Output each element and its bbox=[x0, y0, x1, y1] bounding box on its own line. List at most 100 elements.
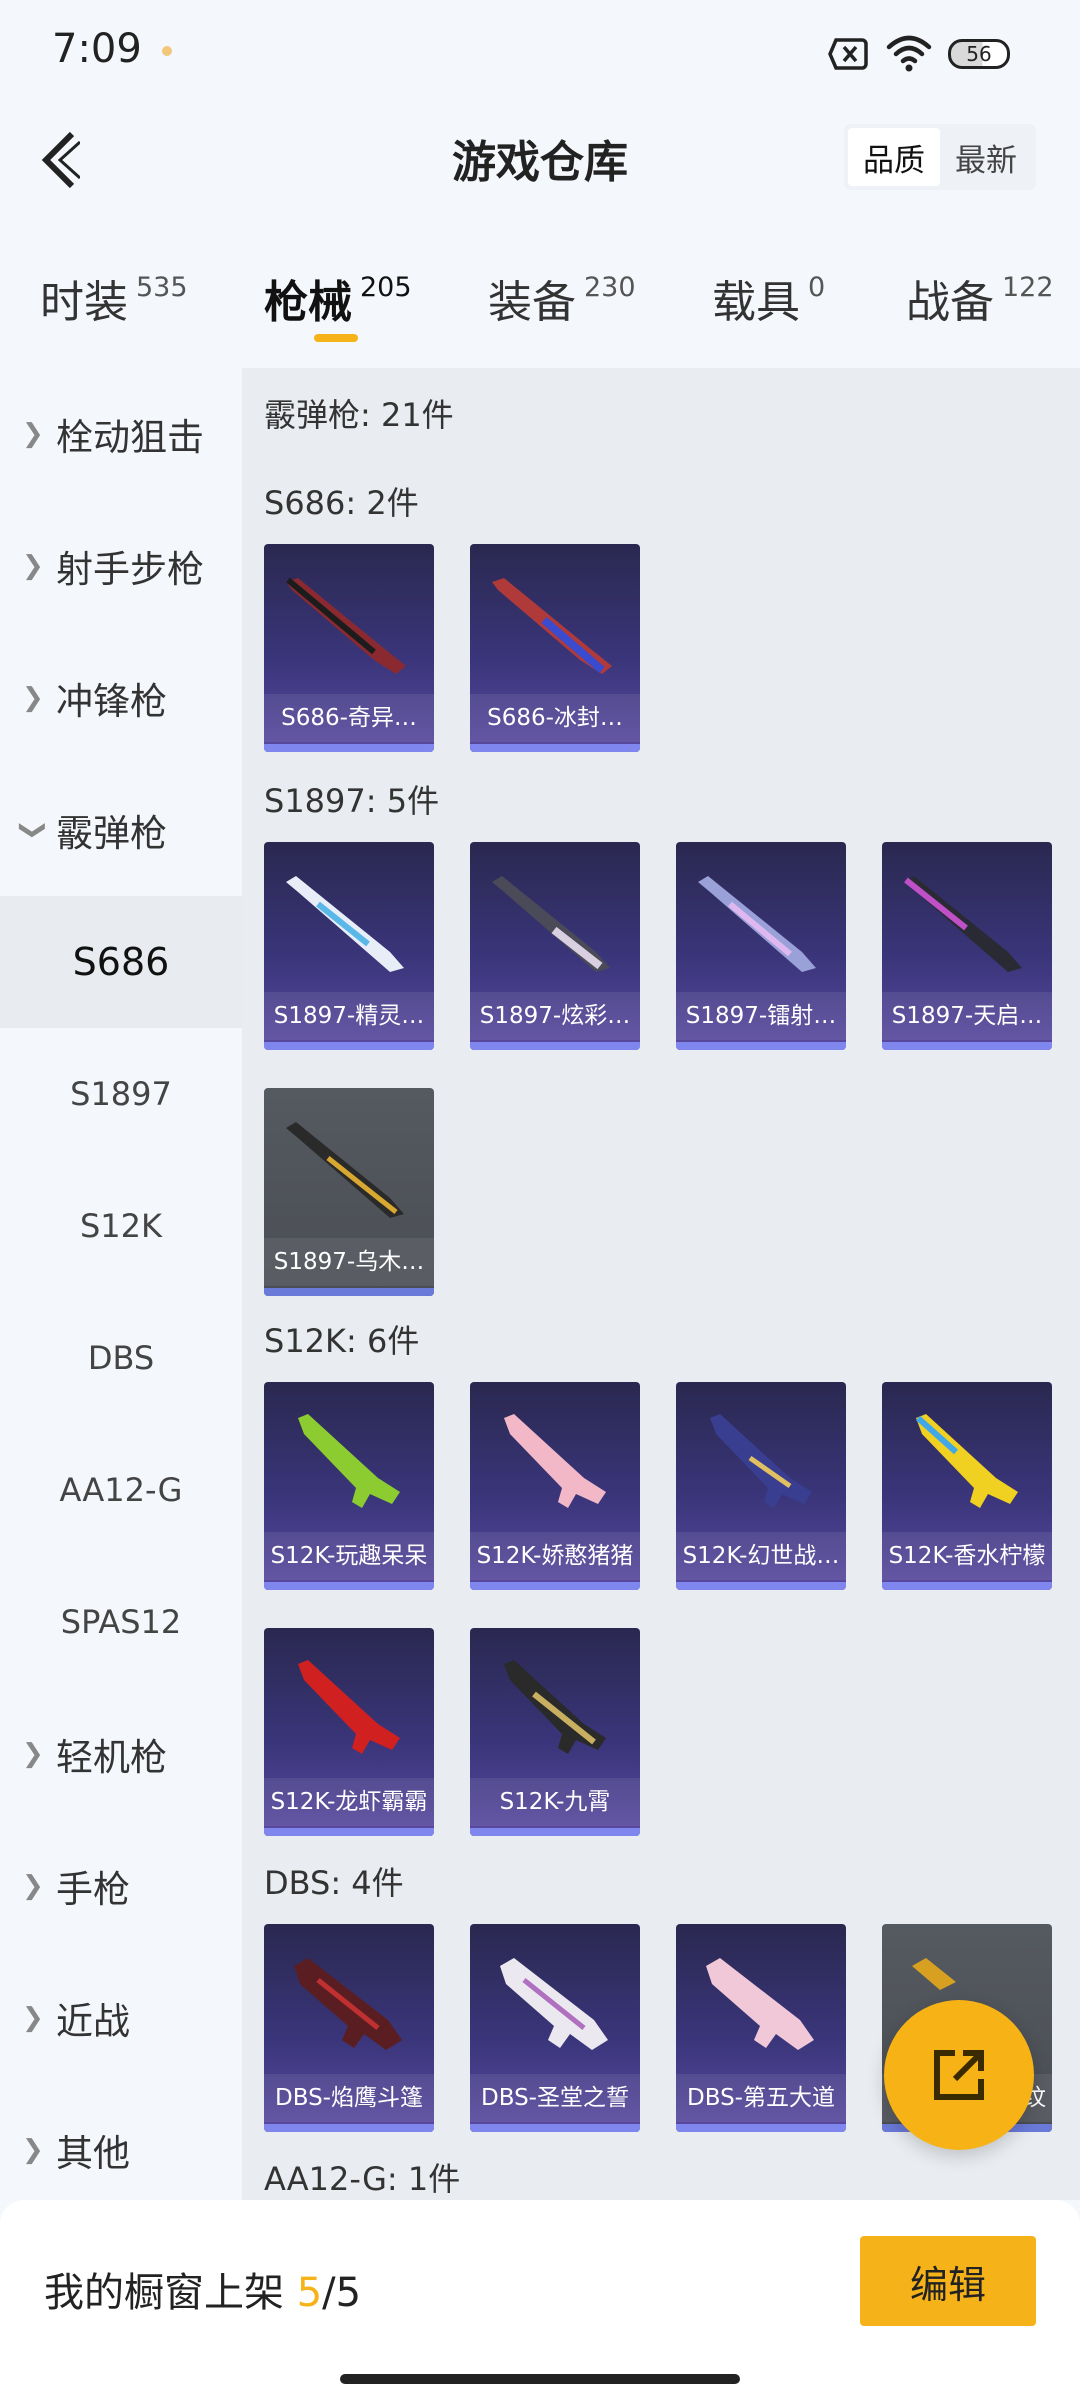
sidebar-item-label: 霰弹枪 bbox=[56, 812, 167, 855]
sidebar-item-melee[interactable]: ❯ 近战 bbox=[0, 1952, 242, 2084]
rifle-icon bbox=[298, 1660, 400, 1754]
tab-label: 装备 bbox=[488, 277, 576, 328]
sort-quality-button[interactable]: 品质 bbox=[848, 128, 940, 186]
rifle-icon bbox=[710, 1414, 812, 1508]
shotgun-icon bbox=[492, 876, 610, 972]
skin-card[interactable]: S12K-龙虾霸霸 bbox=[264, 1628, 434, 1836]
shotgun-icon bbox=[286, 577, 406, 674]
skin-card-label: S12K-玩趣呆呆 bbox=[264, 1532, 434, 1580]
tab-count: 205 bbox=[360, 272, 412, 303]
chevron-right-icon: ❯ bbox=[22, 551, 44, 581]
skin-card[interactable]: S12K-香水柠檬 bbox=[882, 1382, 1052, 1590]
skin-card[interactable]: DBS-第五大道 bbox=[676, 1924, 846, 2132]
rarity-bar bbox=[264, 744, 434, 752]
sidebar-subitem-s12k[interactable]: S12K bbox=[0, 1160, 242, 1292]
sidebar-item-lmg[interactable]: ❯ 轻机枪 bbox=[0, 1688, 242, 1820]
tab-count: 122 bbox=[1002, 272, 1054, 303]
chevron-down-icon: ❯ bbox=[17, 819, 48, 841]
skin-card[interactable]: S686-冰封… bbox=[470, 544, 640, 752]
rarity-bar bbox=[264, 1828, 434, 1836]
sidebar-item-label: 冲锋枪 bbox=[56, 680, 167, 723]
shotgun-icon bbox=[904, 876, 1022, 972]
skin-card-label: S12K-娇憨猪猪 bbox=[470, 1532, 640, 1580]
section-title-dbs: DBS: 4件 bbox=[264, 1864, 404, 1902]
rarity-bar bbox=[470, 1828, 640, 1836]
category-tabs: 时装 535 枪械 205 装备 230 载具 0 战备 122 bbox=[0, 250, 1080, 360]
sidebar-item-bolt-sniper[interactable]: ❯ 栓动狙击 bbox=[0, 368, 242, 500]
sidebar-subitem-aa12g[interactable]: AA12-G bbox=[0, 1424, 242, 1556]
sidebar-item-pistol[interactable]: ❯ 手枪 bbox=[0, 1820, 242, 1952]
skin-card-label: DBS-焰鹰斗篷 bbox=[264, 2074, 434, 2122]
rarity-bar bbox=[264, 1042, 434, 1050]
rarity-bar bbox=[882, 1582, 1052, 1590]
skin-card-label: S12K-香水柠檬 bbox=[882, 1532, 1052, 1580]
tab-vehicles[interactable]: 载具 0 bbox=[712, 266, 825, 330]
rarity-bar bbox=[676, 1582, 846, 1590]
share-icon bbox=[934, 2050, 984, 2100]
shotgun-icon bbox=[286, 1122, 404, 1218]
active-tab-indicator bbox=[314, 334, 358, 342]
rifle-icon bbox=[915, 1414, 1018, 1508]
showcase-status: 我的橱窗上架 5/5 bbox=[44, 2260, 361, 2318]
category-header: 霰弹枪: 21件 bbox=[264, 396, 454, 434]
sidebar-item-label: 近战 bbox=[56, 2000, 130, 2043]
skin-card-label: S1897-炫彩… bbox=[470, 992, 640, 1040]
skin-card-label: S12K-龙虾霸霸 bbox=[264, 1778, 434, 1826]
tab-fashion[interactable]: 时装 535 bbox=[40, 266, 188, 330]
battery-icon: 56 bbox=[948, 39, 1010, 69]
skin-card[interactable]: S1897-炫彩… bbox=[470, 842, 640, 1050]
chevron-right-icon: ❯ bbox=[22, 419, 44, 449]
showcase-count: 5/5 bbox=[297, 2270, 361, 2316]
sidebar-subitem-dbs[interactable]: DBS bbox=[0, 1292, 242, 1424]
tab-label: 时装 bbox=[40, 277, 128, 328]
skin-card-label: DBS-第五大道 bbox=[676, 2074, 846, 2122]
chevron-right-icon: ❯ bbox=[22, 2003, 44, 2033]
skin-card[interactable]: S1897-乌木… bbox=[264, 1088, 434, 1296]
section-title-s1897: S1897: 5件 bbox=[264, 782, 440, 820]
home-indicator[interactable] bbox=[340, 2374, 740, 2384]
tab-supplies[interactable]: 战备 122 bbox=[906, 266, 1054, 330]
tab-label: 战备 bbox=[906, 277, 994, 328]
sidebar-item-label: 射手步枪 bbox=[56, 548, 204, 591]
sidebar-item-shotgun[interactable]: ❯ 霰弹枪 bbox=[0, 764, 242, 896]
skin-card[interactable]: S1897-精灵… bbox=[264, 842, 434, 1050]
skin-card-label: S12K-幻世战… bbox=[676, 1532, 846, 1580]
sidebar-item-marksman[interactable]: ❯ 射手步枪 bbox=[0, 500, 242, 632]
rarity-bar bbox=[676, 2124, 846, 2132]
tab-weapons[interactable]: 枪械 205 bbox=[264, 266, 412, 330]
showcase-current: 5 bbox=[296, 2270, 323, 2316]
skin-card[interactable]: S12K-九霄 bbox=[470, 1628, 640, 1836]
rarity-bar bbox=[470, 1582, 640, 1590]
skin-card-label: DBS-圣堂之誓 bbox=[470, 2074, 640, 2122]
skin-card[interactable]: S12K-娇憨猪猪 bbox=[470, 1382, 640, 1590]
sidebar-subitem-s1897[interactable]: S1897 bbox=[0, 1028, 242, 1160]
tab-count: 230 bbox=[584, 272, 636, 303]
skin-card[interactable]: DBS-焰鹰斗篷 bbox=[264, 1924, 434, 2132]
sidebar-item-smg[interactable]: ❯ 冲锋枪 bbox=[0, 632, 242, 764]
rarity-bar bbox=[882, 1042, 1052, 1050]
sidebar-item-other[interactable]: ❯ 其他 bbox=[0, 2084, 242, 2216]
skin-card-label: S686-奇异… bbox=[264, 694, 434, 742]
skin-card-label: S686-冰封… bbox=[470, 694, 640, 742]
shotgun-icon bbox=[492, 578, 612, 674]
status-icons: 56 bbox=[828, 32, 1010, 76]
sort-latest-button[interactable]: 最新 bbox=[940, 128, 1032, 186]
tab-equipment[interactable]: 装备 230 bbox=[488, 266, 636, 330]
sidebar-subitem-s686[interactable]: S686 bbox=[0, 896, 242, 1028]
skin-card[interactable]: S12K-幻世战… bbox=[676, 1382, 846, 1590]
edit-button[interactable]: 编辑 bbox=[860, 2236, 1036, 2326]
skin-card[interactable]: S686-奇异… bbox=[264, 544, 434, 752]
share-button[interactable] bbox=[884, 2000, 1034, 2150]
rarity-bar bbox=[264, 1582, 434, 1590]
skin-card[interactable]: DBS-圣堂之誓 bbox=[470, 1924, 640, 2132]
skin-card[interactable]: S12K-玩趣呆呆 bbox=[264, 1382, 434, 1590]
chevron-right-icon: ❯ bbox=[22, 1871, 44, 1901]
sidebar-subitem-spas12[interactable]: SPAS12 bbox=[0, 1556, 242, 1688]
skin-card[interactable]: S1897-镭射… bbox=[676, 842, 846, 1050]
skin-card-label: S1897-天启… bbox=[882, 992, 1052, 1040]
section-title-s686: S686: 2件 bbox=[264, 484, 419, 522]
skin-card[interactable]: S1897-天启… bbox=[882, 842, 1052, 1050]
skin-list[interactable]: 霰弹枪: 21件 S686: 2件 S686-奇异… S686-冰封… S189… bbox=[242, 368, 1080, 2200]
status-time: 7:09 bbox=[52, 26, 142, 72]
tab-count: 0 bbox=[808, 272, 826, 303]
